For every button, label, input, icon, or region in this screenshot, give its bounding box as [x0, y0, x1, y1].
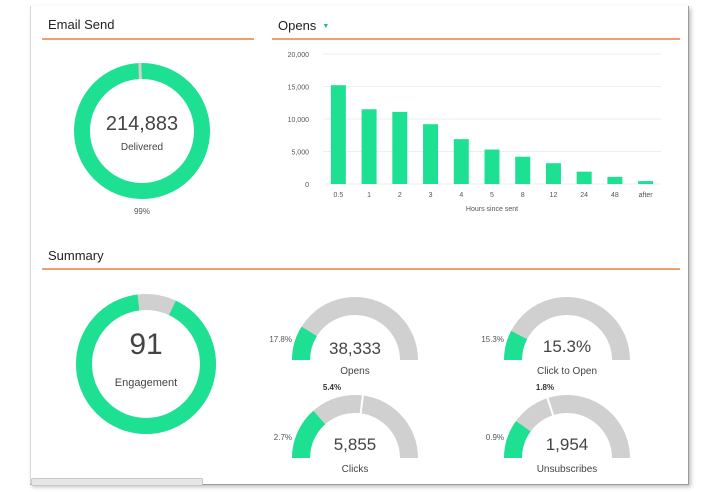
bar-2[interactable] — [392, 111, 408, 184]
click-to-open-gauge-value: 15.3% — [543, 337, 591, 356]
bar-3[interactable] — [423, 124, 439, 184]
clicks-gauge-fill — [292, 410, 326, 459]
opens-gauge-value: 38,333 — [329, 339, 381, 358]
delivered-value: 214,883 — [106, 113, 178, 135]
x-tick-label: 3 — [429, 192, 433, 199]
clicks-gauge-label: Clicks — [342, 464, 369, 475]
unsubscribes-gauge-label: Unsubscribes — [537, 464, 598, 475]
x-tick-label: 12 — [550, 192, 558, 199]
engagement-arc — [76, 294, 216, 434]
unsubscribes-gauge: 1.8% 0.9% 1,954 Unsubscribes — [486, 383, 630, 475]
clicks-gauge-value: 5,855 — [334, 435, 377, 454]
x-tick-label: after — [639, 192, 654, 199]
y-tick-label: 5,000 — [291, 150, 309, 157]
bar-0.5[interactable] — [330, 85, 346, 184]
x-axis-label: Hours since sent — [466, 206, 518, 213]
opens-gauge: 17.8% 38,333 Opens — [269, 297, 418, 377]
clicks-gauge-top-percent: 5.4% — [323, 383, 341, 392]
bar-after[interactable] — [638, 181, 654, 184]
x-tick-label: 0.5 — [333, 192, 343, 199]
x-tick-label: 8 — [521, 192, 525, 199]
y-tick-label: 10,000 — [288, 117, 310, 124]
opens-bar-chart: 05,00010,00015,00020,0000.5 1 2 3 4 5 8 12 24 48 a… — [288, 52, 661, 213]
panel-edge — [30, 6, 31, 484]
opens-title[interactable]: Opens ▼ — [278, 18, 329, 33]
bar-8[interactable] — [515, 156, 531, 184]
x-tick-label: 1 — [367, 192, 371, 199]
unsubscribes-gauge-top-percent: 1.8% — [536, 383, 554, 392]
y-tick-label: 0 — [305, 182, 309, 189]
horizontal-scrollbar[interactable] — [31, 478, 203, 486]
caret-down-icon[interactable]: ▼ — [322, 23, 329, 30]
email-send-rule — [42, 38, 254, 40]
unsubscribes-gauge-value: 1,954 — [546, 435, 589, 454]
click-to-open-gauge-fill — [504, 330, 528, 361]
engagement-donut: 91 Engagement — [76, 294, 216, 434]
opens-title-text: Opens — [278, 18, 317, 33]
bar-48[interactable] — [607, 176, 623, 184]
unsubscribes-gauge-percent: 0.9% — [486, 433, 504, 442]
bar-24[interactable] — [576, 171, 592, 184]
email-send-title: Email Send — [48, 17, 115, 32]
bar-1[interactable] — [361, 109, 377, 184]
unsubscribes-gauge-fill — [504, 420, 531, 459]
delivered-donut: 214,883 Delivered 99% — [74, 62, 210, 216]
clicks-gauge-percent: 2.7% — [274, 433, 292, 442]
x-tick-label: 2 — [398, 192, 402, 199]
opens-rule — [272, 38, 680, 40]
x-tick-label: 4 — [459, 192, 463, 199]
engagement-value: 91 — [129, 328, 162, 361]
clicks-gauge: 5.4% 2.7% 5,855 Clicks — [274, 383, 418, 475]
delivered-remainder — [138, 62, 142, 80]
x-tick-label: 24 — [580, 192, 588, 199]
bar-12[interactable] — [545, 163, 561, 184]
y-tick-label: 20,000 — [288, 52, 310, 59]
delivered-percent: 99% — [134, 207, 150, 216]
opens-gauge-percent: 17.8% — [269, 335, 292, 344]
click-to-open-gauge-label: Click to Open — [537, 366, 597, 377]
click-to-open-gauge-percent: 15.3% — [481, 335, 504, 344]
x-tick-label: 48 — [611, 192, 619, 199]
click-to-open-gauge: 15.3% 15.3% Click to Open — [481, 297, 630, 377]
delivered-label: Delivered — [121, 142, 163, 153]
bar-4[interactable] — [453, 139, 469, 184]
summary-title: Summary — [48, 248, 104, 263]
y-tick-label: 15,000 — [288, 85, 310, 92]
bar-5[interactable] — [484, 149, 500, 184]
opens-gauge-fill — [292, 326, 318, 361]
opens-gauge-label: Opens — [340, 366, 369, 377]
x-tick-label: 5 — [490, 192, 494, 199]
summary-rule — [42, 268, 680, 270]
engagement-label: Engagement — [115, 377, 177, 389]
